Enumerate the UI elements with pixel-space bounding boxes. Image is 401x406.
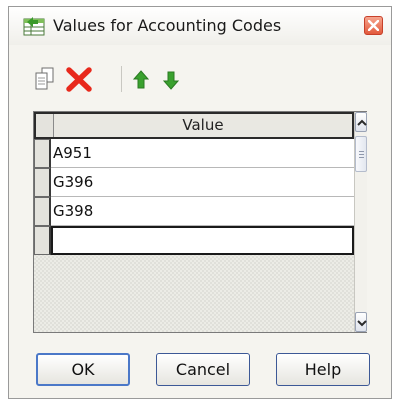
grid-header: Value — [34, 112, 354, 139]
chevron-down-icon — [357, 320, 367, 327]
vertical-scrollbar[interactable] — [354, 112, 367, 332]
move-down-button[interactable] — [162, 70, 180, 90]
close-icon — [368, 20, 379, 31]
row-header[interactable] — [34, 168, 51, 197]
close-button[interactable] — [364, 16, 383, 35]
arrow-down-icon — [162, 71, 180, 90]
value-cell[interactable]: G396 — [51, 168, 354, 197]
row-header[interactable] — [34, 226, 51, 255]
scroll-thumb[interactable] — [355, 136, 367, 172]
move-up-button[interactable] — [132, 70, 150, 90]
grid-table-icon — [23, 16, 45, 36]
table-row[interactable]: A951 — [34, 139, 354, 168]
dialog-title: Values for Accounting Codes — [53, 16, 282, 35]
scroll-down-button[interactable] — [355, 312, 367, 332]
row-header[interactable] — [34, 197, 51, 226]
copy-icon — [35, 67, 54, 90]
table-row[interactable]: G398 — [34, 197, 354, 226]
toolbar-separator — [121, 66, 122, 92]
delete-button[interactable] — [65, 65, 93, 93]
table-row[interactable]: G396 — [34, 168, 354, 197]
arrow-up-icon — [132, 70, 150, 89]
new-value-cell[interactable] — [51, 226, 354, 255]
values-grid[interactable]: Value A951 G396 G398 — [33, 111, 367, 333]
ok-button[interactable]: OK — [36, 353, 130, 386]
value-cell[interactable]: G398 — [51, 197, 354, 226]
new-row[interactable] — [34, 226, 354, 255]
help-button[interactable]: Help — [276, 353, 370, 386]
cancel-button[interactable]: Cancel — [156, 353, 250, 386]
accounting-codes-dialog: Values for Accounting Codes Value A951 G… — [8, 6, 392, 399]
column-header-value[interactable]: Value — [54, 114, 352, 137]
corner-header — [36, 114, 54, 137]
value-cell[interactable]: A951 — [51, 139, 354, 168]
copy-button[interactable] — [33, 66, 55, 92]
row-header[interactable] — [34, 139, 51, 168]
delete-icon — [66, 67, 92, 92]
scroll-up-button[interactable] — [355, 112, 367, 132]
chevron-up-icon — [357, 119, 367, 126]
title-bar[interactable]: Values for Accounting Codes — [9, 7, 391, 45]
